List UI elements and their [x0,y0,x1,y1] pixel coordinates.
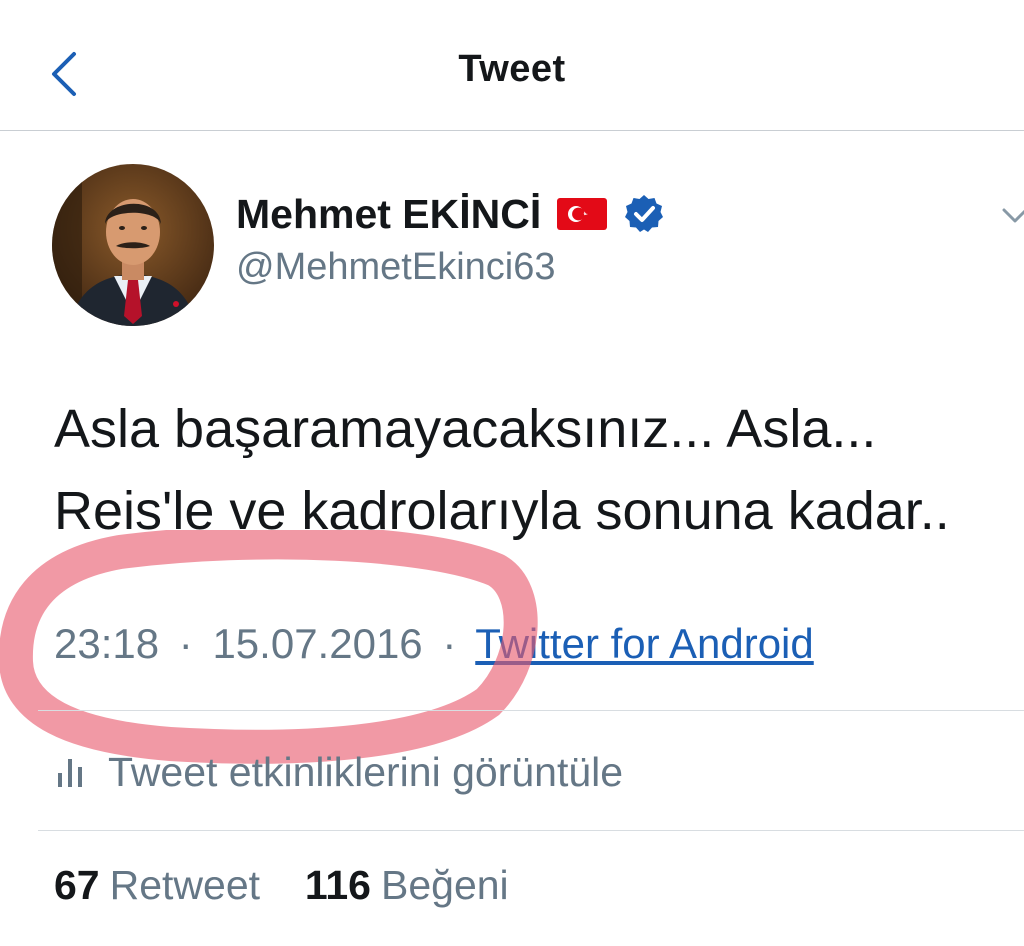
likes-stat[interactable]: 116 Beğeni [305,862,509,908]
tweet-stats: 67 Retweet 116 Beğeni [54,862,509,909]
tweet-text: Asla başaramayacaksınız... Asla... Reis'… [54,388,950,552]
divider [38,830,1024,831]
verified-badge-icon [623,193,665,235]
tweet-line: Asla başaramayacaksınız... Asla... [54,399,877,459]
divider [38,710,1024,711]
like-label: Beğeni [381,862,509,908]
retweet-label: Retweet [109,862,261,908]
author-name[interactable]: Mehmet EKİNCİ [236,191,541,238]
view-tweet-activity-label: Tweet etkinliklerini görüntüle [108,748,624,795]
author-handle[interactable]: @MehmetEkinci63 [236,246,555,289]
tweet-date: 15.07.2016 [212,620,423,667]
meta-separator: · [442,620,457,667]
view-tweet-activity-button[interactable]: Tweet etkinliklerini görüntüle [54,742,623,802]
meta-separator: · [178,620,193,667]
page-title: Tweet [458,48,566,90]
author-name-row: Mehmet EKİNCİ [236,184,665,244]
top-bar: Tweet [0,0,1024,131]
tweet-source-link[interactable]: Twitter for Android [475,620,813,667]
bar-chart-icon [58,759,82,787]
like-count: 116 [304,862,371,908]
tweet-time: 23:18 [54,620,160,667]
avatar[interactable] [52,164,214,326]
tweet-line: Reis'le ve kadrolarıyla sonuna kadar.. [54,481,950,541]
chevron-down-icon[interactable] [1000,200,1024,230]
tweet-meta: 23:18 · 15.07.2016 · Twitter for Android [54,620,814,668]
retweets-stat[interactable]: 67 Retweet [54,862,271,908]
retweet-count: 67 [54,862,100,908]
turkey-flag-icon [557,198,608,230]
